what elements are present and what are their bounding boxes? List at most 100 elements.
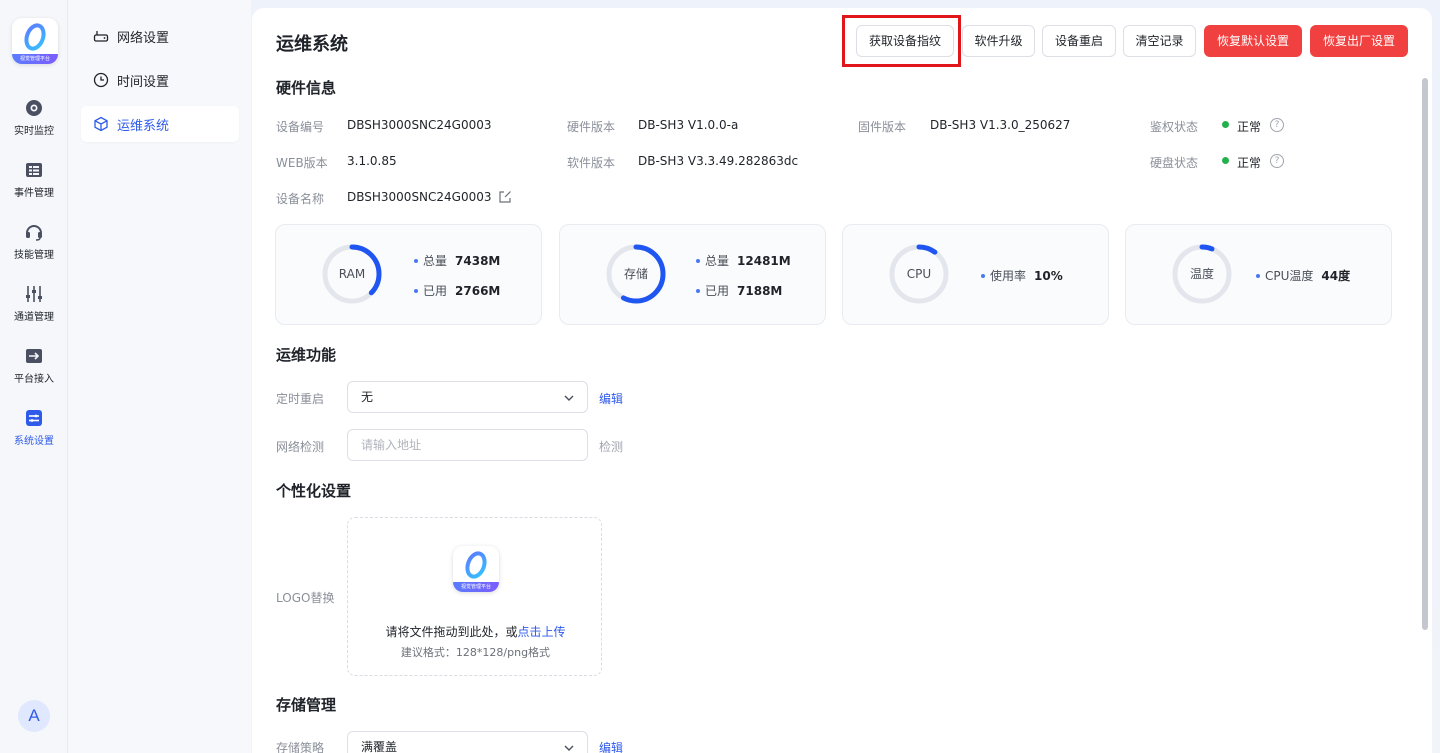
hw-version-value: DB-SH3 V1.0.0-a: [638, 118, 739, 132]
storage-policy-value: 满覆盖: [361, 740, 398, 753]
subnav-item-network[interactable]: 网络设置: [81, 18, 239, 54]
device-reboot-button[interactable]: 设备重启: [1042, 25, 1116, 57]
highlight-box: [842, 15, 961, 67]
ram-total-value: 7438M: [455, 254, 501, 268]
ops-section-title: 运维功能: [276, 346, 337, 364]
clock-icon: [93, 72, 109, 88]
logo-mark-icon: [465, 551, 487, 579]
ram-used-label: 已用: [423, 284, 448, 298]
network-check-label: 网络检测: [276, 440, 325, 454]
settings-subnav: 网络设置 时间设置 运维系统: [68, 0, 251, 753]
rail-item-label: 实时监控: [14, 126, 54, 137]
ram-used-value: 2766M: [455, 284, 501, 298]
ram-total-label: 总量: [423, 254, 448, 268]
auth-status-dot: [1222, 121, 1229, 128]
fw-version-value: DB-SH3 V1.3.0_250627: [930, 118, 1071, 132]
rail-item-label: 技能管理: [14, 250, 54, 261]
bullet-dot: [414, 288, 418, 293]
clear-records-button[interactable]: 清空记录: [1123, 25, 1196, 57]
device-name-value: DBSH3000SNC24G0003: [347, 190, 492, 204]
logo-mark-icon: [24, 23, 46, 51]
cpu-temp-row: CPU温度 44度: [1256, 267, 1350, 284]
device-name-label: 设备名称: [276, 192, 325, 206]
cpu-usage-value: 10%: [1034, 269, 1063, 283]
subnav-item-label: 运维系统: [117, 118, 170, 134]
scheduled-reboot-select[interactable]: 无: [347, 381, 588, 413]
rail-item-monitor[interactable]: 实时监控: [0, 98, 68, 154]
upload-hint: 请将文件拖动到此处，或点击上传: [348, 623, 603, 640]
hardware-section-title: 硬件信息: [276, 79, 337, 97]
upload-hint-text: 请将文件拖动到此处，或: [385, 625, 518, 639]
disk-help-icon[interactable]: ?: [1270, 154, 1284, 168]
temperature-card: 温度 CPU温度 44度: [1125, 224, 1392, 325]
personal-section-title: 个性化设置: [276, 482, 352, 500]
sw-version-label: 软件版本: [567, 156, 616, 170]
logo-upload-dropzone[interactable]: 视觉管理平台 请将文件拖动到此处，或点击上传 建议格式：128*128/png格…: [347, 517, 602, 676]
device-no-label: 设备编号: [276, 120, 325, 134]
storage-used-value: 7188M: [737, 284, 783, 298]
restore-default-button[interactable]: 恢复默认设置: [1204, 25, 1302, 57]
storage-total-row: 总量 12481M: [696, 252, 791, 269]
ram-used-row: 已用 2766M: [414, 282, 500, 299]
storage-card: 存储 总量 12481M 已用 7188M: [559, 224, 826, 325]
settings-panel-icon: [26, 410, 42, 426]
subnav-item-label: 时间设置: [117, 74, 170, 90]
bullet-dot: [696, 258, 700, 263]
storage-section-title: 存储管理: [276, 696, 337, 714]
cpu-temp-value: 44度: [1321, 269, 1351, 283]
cpu-temp-label: CPU温度: [1265, 269, 1314, 283]
temperature-gauge-label: 温度: [1189, 267, 1214, 281]
hw-version-label: 硬件版本: [567, 120, 616, 134]
rail-item-system[interactable]: 系统设置: [0, 408, 68, 464]
ram-total-row: 总量 7438M: [414, 252, 500, 269]
sw-version-value: DB-SH3 V3.3.49.282863dc: [638, 154, 799, 168]
app-logo[interactable]: 视觉管理平台: [12, 18, 58, 64]
subnav-item-time[interactable]: 时间设置: [81, 62, 239, 98]
ram-card: RAM 总量 7438M 已用 2766M: [275, 224, 542, 325]
software-upgrade-button[interactable]: 软件升级: [962, 25, 1035, 57]
vertical-scrollbar[interactable]: [1422, 78, 1428, 630]
avatar[interactable]: A: [18, 700, 50, 732]
cpu-usage-label: 使用率: [990, 269, 1027, 283]
scheduled-reboot-value: 无: [361, 390, 374, 404]
subnav-item-label: 网络设置: [117, 30, 170, 46]
web-version-label: WEB版本: [276, 156, 328, 170]
factory-reset-button[interactable]: 恢复出厂设置: [1310, 25, 1408, 57]
reboot-edit-link[interactable]: 编辑: [599, 390, 623, 407]
storage-policy-edit-link[interactable]: 编辑: [599, 739, 623, 753]
storage-policy-label: 存储策略: [276, 741, 325, 753]
cube-icon: [94, 116, 108, 132]
cpu-usage-row: 使用率 10%: [981, 267, 1063, 284]
list-icon: [26, 163, 42, 177]
rail-item-skills[interactable]: 技能管理: [0, 222, 68, 278]
headset-icon: [26, 225, 42, 241]
logo-caption: 视觉管理平台: [12, 54, 58, 64]
device-no-value: DBSH3000SNC24G0003: [347, 118, 492, 132]
chevron-down-icon: [564, 745, 574, 751]
subnav-item-ops[interactable]: 运维系统: [81, 106, 239, 142]
cpu-gauge-label: CPU: [906, 267, 932, 281]
rail-item-channels[interactable]: 通道管理: [0, 284, 68, 340]
auth-help-icon[interactable]: ?: [1270, 118, 1284, 132]
bullet-dot: [696, 288, 700, 293]
logo-caption: 视觉管理平台: [453, 582, 499, 592]
bullet-dot: [414, 258, 418, 263]
rail-item-events[interactable]: 事件管理: [0, 160, 68, 216]
router-icon: [93, 31, 109, 42]
bullet-dot: [1256, 273, 1260, 278]
storage-used-label: 已用: [705, 284, 730, 298]
cpu-card: CPU 使用率 10%: [842, 224, 1109, 325]
network-address-input[interactable]: 请输入地址: [347, 429, 588, 461]
page-title: 运维系统: [276, 34, 348, 55]
rail-item-platform[interactable]: 平台接入: [0, 346, 68, 402]
disk-status-dot: [1222, 157, 1229, 164]
left-rail: 视觉管理平台 实时监控 事件管理 技能管理 通道管理 平台接入 系统设置 A: [0, 0, 68, 753]
edit-icon[interactable]: [498, 190, 512, 204]
disk-status-label: 硬盘状态: [1150, 156, 1199, 170]
storage-policy-select[interactable]: 满覆盖: [347, 731, 588, 753]
upload-link[interactable]: 点击上传: [518, 625, 566, 639]
logo-replace-label: LOGO替换: [276, 591, 335, 605]
network-check-button[interactable]: 检测: [599, 438, 623, 455]
ram-gauge-label: RAM: [338, 267, 366, 281]
storage-gauge-label: 存储: [623, 267, 648, 281]
